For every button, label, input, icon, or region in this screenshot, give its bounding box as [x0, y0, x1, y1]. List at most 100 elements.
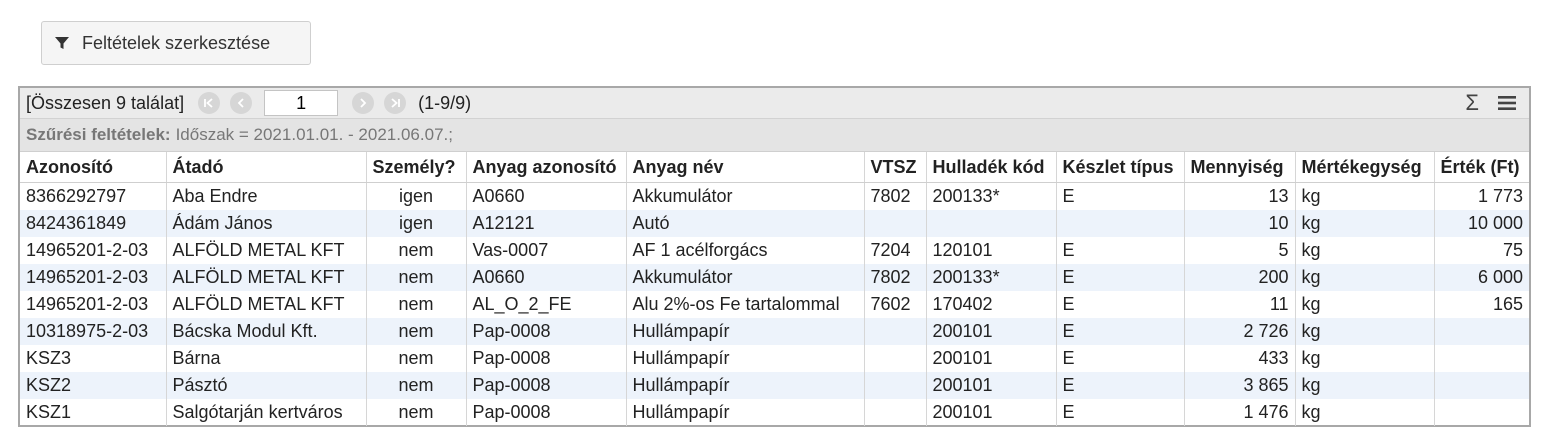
- cell-keszlet-tipus: E: [1056, 318, 1185, 345]
- column-header-keszlet-tipus[interactable]: Készlet típus: [1056, 152, 1185, 183]
- cell-anyag-azonosito: AL_O_2_FE: [466, 291, 627, 318]
- table-row[interactable]: 8424361849 Ádám János igen A12121 Autó 10 kg 10…: [20, 210, 1529, 237]
- cell-mertekegyseg: kg: [1295, 182, 1435, 210]
- pager-toolbar: [Összesen 9 találat] (1-9/9) Σ: [20, 88, 1529, 119]
- cell-mertekegyseg: kg: [1295, 210, 1435, 237]
- cell-keszlet-tipus: E: [1056, 182, 1185, 210]
- table-row[interactable]: KSZ2 Pásztó nem Pap-0008 Hullámpapír 200101 E 3…: [20, 372, 1529, 399]
- cell-ertek: [1434, 399, 1529, 426]
- cell-id: 10318975-2-03: [20, 318, 167, 345]
- column-header-mennyiseg[interactable]: Mennyiség: [1184, 152, 1296, 183]
- column-header-szemely[interactable]: Személy?: [366, 152, 467, 183]
- cell-anyag-nev: Alu 2%-os Fe tartalommal: [626, 291, 865, 318]
- cell-mennyiseg: 2 726: [1184, 318, 1296, 345]
- cell-szemely: nem: [366, 399, 467, 426]
- first-page-button[interactable]: [198, 92, 221, 114]
- cell-keszlet-tipus: E: [1056, 399, 1185, 426]
- cell-ertek: [1434, 318, 1529, 345]
- cell-atado: Pásztó: [166, 372, 367, 399]
- cell-hulladek-kod: 200101: [926, 372, 1057, 399]
- chevron-right-icon: [360, 98, 367, 108]
- cell-id: 14965201-2-03: [20, 264, 167, 291]
- next-page-button[interactable]: [352, 92, 375, 114]
- cell-ertek: 165: [1492, 294, 1523, 314]
- column-header-azonosito[interactable]: Azonosító: [20, 152, 167, 183]
- cell-vtsz: 7204: [864, 237, 927, 264]
- table-row[interactable]: 14965201-2-03 ALFÖLD METAL KFT nem AL_O_2_F…: [20, 291, 1529, 318]
- filter-conditions-bar: Szűrési feltételek: Időszak = 2021.01.01…: [20, 119, 1529, 152]
- cell-mennyiseg: 13: [1184, 182, 1296, 210]
- cell-hulladek-kod: 170402: [926, 291, 1057, 318]
- cell-atado: ALFÖLD METAL KFT: [166, 264, 367, 291]
- cell-szemely: igen: [366, 182, 467, 210]
- cell-keszlet-tipus: E: [1056, 291, 1185, 318]
- toolbar-actions: Σ: [1465, 91, 1517, 115]
- cell-anyag-nev: Hullámpapír: [626, 318, 865, 345]
- edit-filters-label: Feltételek szerkesztése: [82, 32, 271, 53]
- column-header-anyag-azonosito[interactable]: Anyag azonosító: [466, 152, 627, 183]
- total-results-label: [Összesen 9 találat]: [26, 92, 185, 113]
- table-row[interactable]: KSZ3 Bárna nem Pap-0008 Hullámpapír 200101 E 43…: [20, 345, 1529, 372]
- cell-vtsz: 7802: [864, 264, 927, 291]
- cell-ertek: 1 773: [1477, 186, 1523, 206]
- cell-mennyiseg: 11: [1184, 291, 1296, 318]
- filter-icon: [55, 37, 69, 49]
- cell-mennyiseg: 5: [1184, 237, 1296, 264]
- chevron-left-icon: [237, 98, 244, 108]
- edit-filters-button[interactable]: Feltételek szerkesztése: [41, 21, 311, 65]
- cell-keszlet-tipus: E: [1056, 237, 1185, 264]
- cell-anyag-azonosito: A0660: [466, 264, 627, 291]
- cell-anyag-azonosito: A12121: [466, 210, 627, 237]
- cell-szemely: igen: [366, 210, 467, 237]
- cell-atado: Ádám János: [166, 210, 367, 237]
- cell-mertekegyseg: kg: [1295, 372, 1435, 399]
- cell-szemely: nem: [366, 318, 467, 345]
- cell-ertek: 75: [1502, 240, 1523, 260]
- cell-anyag-azonosito: Pap-0008: [466, 399, 627, 426]
- cell-anyag-nev: Hullámpapír: [626, 399, 865, 426]
- cell-id: 8366292797: [20, 182, 167, 210]
- cell-mertekegyseg: kg: [1295, 237, 1435, 264]
- cell-anyag-nev: Hullámpapír: [626, 345, 865, 372]
- cell-mertekegyseg: kg: [1295, 291, 1435, 318]
- page-number-input[interactable]: [264, 90, 339, 116]
- cell-id: 14965201-2-03: [20, 291, 167, 318]
- table-row[interactable]: 8366292797 Aba Endre igen A0660 Akkumulátor 7…: [20, 182, 1529, 210]
- table-row[interactable]: KSZ1 Salgótarján kertváros nem Pap-0008 Hull…: [20, 399, 1529, 426]
- menu-icon[interactable]: [1497, 95, 1517, 111]
- column-header-atado[interactable]: Átadó: [166, 152, 367, 183]
- first-page-icon: [204, 98, 213, 108]
- column-header-vtsz[interactable]: VTSZ: [864, 152, 927, 183]
- column-header-hulladek-kod[interactable]: Hulladék kód: [926, 152, 1057, 183]
- cell-anyag-azonosito: Pap-0008: [466, 372, 627, 399]
- last-page-button[interactable]: [384, 92, 407, 114]
- cell-hulladek-kod: [926, 210, 1057, 237]
- cell-keszlet-tipus: E: [1056, 264, 1185, 291]
- cell-szemely: nem: [366, 264, 467, 291]
- cell-id: 14965201-2-03: [20, 237, 167, 264]
- cell-hulladek-kod: 200101: [926, 318, 1057, 345]
- table-row[interactable]: 14965201-2-03 ALFÖLD METAL KFT nem Vas-0007…: [20, 237, 1529, 264]
- cell-anyag-nev: Hullámpapír: [626, 372, 865, 399]
- cell-keszlet-tipus: E: [1056, 372, 1185, 399]
- cell-mennyiseg: 3 865: [1184, 372, 1296, 399]
- table-row[interactable]: 10318975-2-03 Bácska Modul Kft. nem Pap-000…: [20, 318, 1529, 345]
- cell-szemely: nem: [366, 345, 467, 372]
- column-header-mertekegyseg[interactable]: Mértékegység: [1295, 152, 1435, 183]
- sum-icon[interactable]: Σ: [1465, 91, 1479, 115]
- cell-vtsz: 7602: [864, 291, 927, 318]
- cell-anyag-nev: Autó: [626, 210, 865, 237]
- prev-page-button[interactable]: [230, 92, 253, 114]
- column-header-ertek[interactable]: Érték (Ft): [1434, 152, 1529, 183]
- column-header-anyag-nev[interactable]: Anyag név: [626, 152, 865, 183]
- cell-ertek: [1434, 345, 1529, 372]
- table-row[interactable]: 14965201-2-03 ALFÖLD METAL KFT nem A0660 Akk…: [20, 264, 1529, 291]
- cell-atado: Salgótarján kertváros: [166, 399, 367, 426]
- cell-mertekegyseg: kg: [1295, 399, 1435, 426]
- cell-id: 8424361849: [20, 210, 167, 237]
- cell-anyag-nev: AF 1 acélforgács: [626, 237, 865, 264]
- filter-conditions-text: Időszak = 2021.01.01. - 2021.06.07.;: [175, 125, 453, 144]
- cell-mertekegyseg: kg: [1295, 318, 1435, 345]
- cell-hulladek-kod: 200101: [926, 399, 1057, 426]
- cell-atado: Aba Endre: [166, 182, 367, 210]
